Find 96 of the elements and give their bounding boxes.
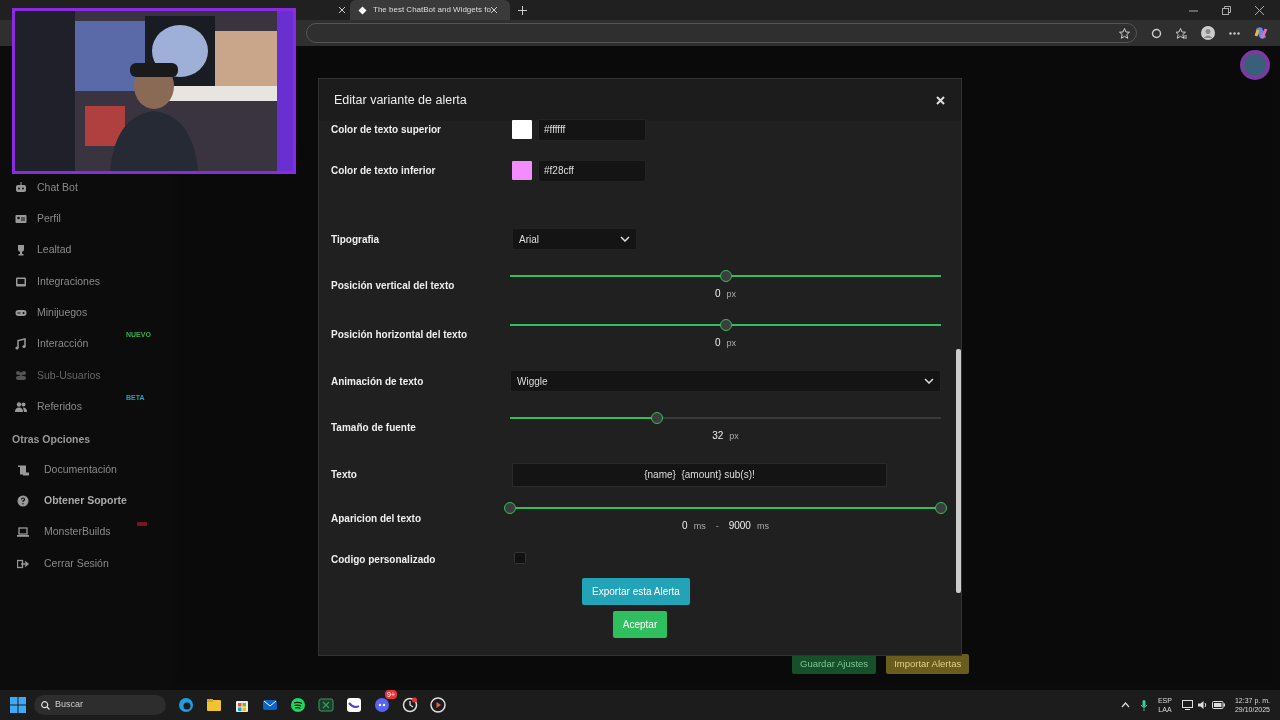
tab-close-icon[interactable] [338, 6, 346, 14]
app-icon[interactable] [346, 697, 362, 713]
speaker-icon[interactable] [1196, 700, 1208, 710]
modal-title: Editar variante de alerta [334, 91, 467, 109]
color-swatch[interactable] [512, 120, 532, 139]
value-text: 0 [714, 287, 721, 299]
badge-mark [137, 521, 147, 526]
select-field[interactable]: Wiggle [510, 370, 941, 392]
sidebar-item[interactable]: Documentación [44, 461, 117, 478]
trophy-icon [15, 244, 27, 257]
value-text: 0 [714, 336, 721, 348]
field-label: Tamaño de fuente [331, 421, 417, 435]
field-label: Posición vertical del texto [331, 279, 456, 293]
profile-icon[interactable] [1201, 26, 1215, 40]
scroll-icon [17, 463, 29, 476]
users-icon [15, 400, 27, 413]
value-text: 9000 [728, 520, 751, 532]
scrollbar-thumb[interactable] [956, 349, 961, 593]
hex-input[interactable]: #f28cff [538, 159, 646, 182]
music-note-icon [15, 338, 27, 351]
slider-thumb[interactable] [719, 318, 732, 331]
save-settings-button[interactable]: Guardar Ajustes [792, 654, 877, 675]
copilot-icon[interactable] [1254, 26, 1268, 40]
checkbox[interactable] [514, 552, 526, 564]
search-icon [41, 700, 50, 710]
avatar-icon[interactable] [1240, 50, 1270, 80]
monitor-icon[interactable] [1181, 700, 1193, 710]
unit-label: px [726, 337, 737, 348]
more-icon[interactable] [1229, 31, 1240, 35]
sidebar-item[interactable]: Cerrar Sesión [44, 555, 109, 572]
favorites-icon[interactable] [1176, 27, 1187, 39]
unit-label: px [729, 430, 739, 441]
hex-input[interactable]: #ffffff [538, 118, 646, 141]
windows-icon[interactable] [10, 697, 26, 713]
help-icon [17, 495, 29, 508]
sidebar-item[interactable]: Referidos [37, 398, 82, 415]
id-card-icon [15, 212, 27, 225]
section-title: Otras Opciones [11, 432, 92, 448]
field-label: Tipografia [331, 232, 381, 247]
chevron-down-icon [620, 236, 630, 242]
laptop-icon [17, 526, 29, 539]
spreadsheet-icon[interactable] [318, 697, 334, 713]
field-label: Color de texto inferior [331, 164, 437, 178]
select-field[interactable]: Arial [512, 228, 637, 250]
unit-label: ms [693, 521, 706, 532]
sidebar-item[interactable]: Lealtad [37, 242, 72, 259]
sidebar-item[interactable]: Perfil [37, 211, 61, 227]
monitor-icon [15, 275, 27, 288]
search-field[interactable]: Buscar [34, 695, 166, 715]
field-label: Codigo personalizado [331, 552, 437, 567]
value-text: 0 [682, 520, 688, 532]
music-icon[interactable] [290, 697, 306, 713]
color-swatch[interactable] [512, 161, 532, 180]
chat-icon[interactable] [374, 697, 390, 713]
robot-icon [15, 181, 27, 194]
close-icon[interactable] [1255, 5, 1264, 15]
text-input[interactable]: {name} {amount} sub(s)! [512, 462, 887, 487]
sidebar-item[interactable]: Chat Bot [37, 179, 78, 196]
field-label: Animación de texto [331, 374, 425, 389]
site-icon [358, 5, 367, 15]
microphone-icon[interactable] [1139, 699, 1148, 711]
star-icon[interactable] [1119, 27, 1130, 39]
field-label: Aparicion del texto [331, 511, 422, 526]
field-label: Color de texto superior [331, 123, 442, 137]
import-alerts-button[interactable]: Importar Alertas [886, 654, 970, 675]
sidebar-item[interactable]: Obtener Soporte [44, 493, 127, 509]
sidebar-item[interactable]: Minijuegos [37, 304, 88, 321]
range-slider[interactable] [504, 502, 947, 515]
slider-thumb[interactable] [719, 269, 732, 282]
clock-icon[interactable] [402, 697, 418, 713]
unit-label: ms [756, 521, 769, 532]
field-label: Texto [331, 467, 358, 482]
group-icon [15, 369, 27, 382]
slider-thumb[interactable] [935, 502, 947, 515]
unit-label: px [726, 288, 737, 299]
browser-icon[interactable] [178, 697, 194, 713]
field-label: Posición horizontal del texto [331, 328, 469, 342]
maximize-icon[interactable] [1222, 5, 1231, 15]
play-icon[interactable] [430, 697, 446, 713]
sidebar-item[interactable]: MonsterBuilds [44, 524, 111, 541]
tab-close-icon[interactable] [490, 6, 498, 14]
logout-icon [17, 557, 29, 570]
mail-icon[interactable] [262, 697, 278, 713]
sidebar-item[interactable]: Integraciones [37, 273, 101, 290]
slider-thumb[interactable] [650, 411, 663, 424]
chevron-up-icon[interactable] [1120, 702, 1130, 708]
battery-icon[interactable] [1211, 701, 1225, 709]
new-tab-icon[interactable] [518, 5, 527, 15]
chevron-down-icon [924, 378, 934, 384]
value-text: 32 [712, 429, 724, 441]
separator-text: - [715, 521, 719, 532]
sidebar-item[interactable]: Interacción [37, 336, 89, 352]
browser-tab[interactable]: The best ChatBot and Widgets fo [350, 0, 510, 20]
export-button[interactable]: Exportar esta Alerta [582, 578, 690, 605]
slider-thumb[interactable] [504, 502, 516, 515]
folder-icon[interactable] [206, 697, 222, 713]
